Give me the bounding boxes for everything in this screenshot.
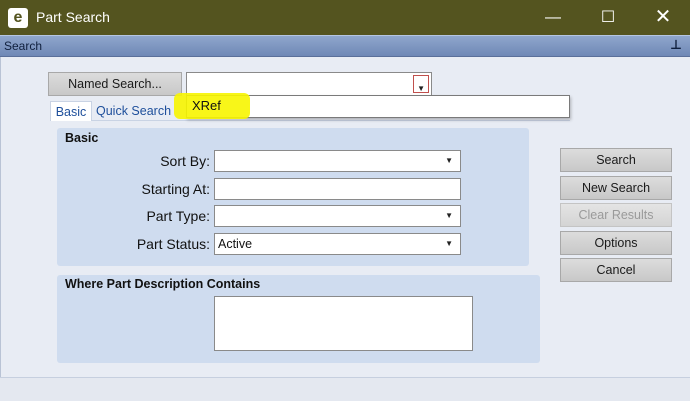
window-title: Part Search bbox=[36, 9, 110, 25]
basic-group-title: Basic bbox=[65, 131, 99, 145]
sort-by-select[interactable]: ▼ bbox=[214, 150, 461, 172]
chevron-down-icon: ▼ bbox=[445, 211, 453, 220]
chevron-down-icon: ▼ bbox=[445, 156, 453, 165]
named-search-button[interactable]: Named Search... bbox=[48, 72, 182, 96]
search-panel-header: Search ⊥ bbox=[0, 35, 690, 57]
bottom-strip bbox=[0, 377, 690, 401]
cancel-button[interactable]: Cancel bbox=[560, 258, 672, 282]
starting-at-label: Starting At: bbox=[141, 181, 210, 197]
tab-quick-search[interactable]: Quick Search bbox=[96, 101, 182, 121]
part-type-label: Part Type: bbox=[146, 208, 210, 224]
search-button[interactable]: Search bbox=[560, 148, 672, 172]
part-status-select[interactable]: Active ▼ bbox=[214, 233, 461, 255]
description-textarea[interactable] bbox=[214, 296, 473, 351]
new-search-button[interactable]: New Search bbox=[560, 176, 672, 200]
part-status-label: Part Status: bbox=[136, 236, 210, 252]
dropdown-option-xref[interactable]: XRef bbox=[192, 98, 221, 113]
app-logo-icon: e bbox=[8, 8, 28, 28]
pin-icon[interactable]: ⊥ bbox=[670, 37, 682, 53]
clear-results-button[interactable]: Clear Results bbox=[560, 203, 672, 227]
window-titlebar: e Part Search — ☐ ✕ bbox=[0, 0, 690, 35]
starting-at-input[interactable] bbox=[214, 178, 461, 200]
sort-by-label: Sort By: bbox=[160, 153, 210, 169]
tab-basic[interactable]: Basic bbox=[50, 101, 92, 121]
options-button[interactable]: Options bbox=[560, 231, 672, 255]
minimize-button[interactable]: — bbox=[530, 0, 576, 35]
part-status-value: Active bbox=[218, 237, 253, 251]
close-button[interactable]: ✕ bbox=[640, 0, 686, 35]
dropdown-toggle[interactable]: ▼ bbox=[413, 75, 429, 93]
panel-title: Search bbox=[4, 39, 43, 53]
chevron-down-icon: ▼ bbox=[445, 239, 453, 248]
maximize-button[interactable]: ☐ bbox=[585, 0, 631, 35]
description-group-title: Where Part Description Contains bbox=[65, 277, 261, 291]
part-type-select[interactable]: ▼ bbox=[214, 205, 461, 227]
